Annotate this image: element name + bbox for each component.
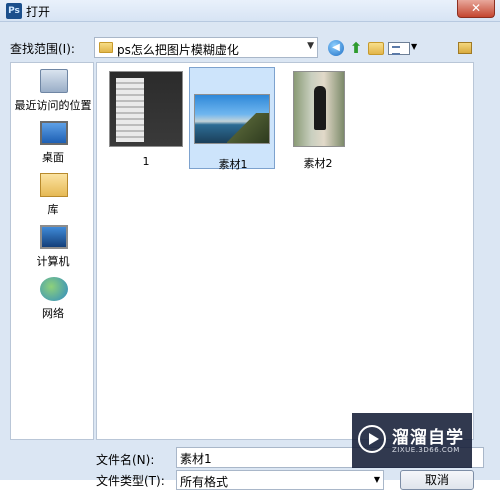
watermark-logo: 溜溜自学 ZIXUE.3D66.COM bbox=[352, 413, 472, 468]
views-dropdown-arrow-icon[interactable]: ▼ bbox=[411, 42, 417, 51]
watermark-url: ZIXUE.3D66.COM bbox=[392, 446, 460, 454]
file-type-dropdown[interactable]: 所有格式 ▼ bbox=[176, 470, 384, 490]
desktop-icon bbox=[40, 121, 68, 145]
file-type-value: 所有格式 bbox=[180, 475, 229, 489]
place-recent[interactable]: 最近访问的位置 bbox=[11, 67, 95, 117]
place-label: 桌面 bbox=[42, 151, 64, 164]
close-button[interactable]: ✕ bbox=[457, 0, 495, 18]
file-name: 1 bbox=[142, 155, 150, 168]
place-network[interactable]: 网络 bbox=[11, 275, 95, 325]
look-in-dropdown[interactable]: ps怎么把图片模糊虚化 ▼ bbox=[94, 37, 318, 58]
folder-icon bbox=[99, 42, 113, 53]
back-icon[interactable]: ◀ bbox=[328, 40, 344, 56]
recent-places-icon bbox=[40, 69, 68, 93]
place-label: 最近访问的位置 bbox=[14, 99, 92, 112]
places-bar: 最近访问的位置 桌面 库 计算机 网络 bbox=[10, 62, 94, 440]
place-label: 网络 bbox=[42, 307, 64, 320]
look-in-label: 查找范围(I): bbox=[10, 42, 75, 56]
place-computer[interactable]: 计算机 bbox=[11, 223, 95, 273]
computer-icon bbox=[40, 225, 68, 249]
place-libraries[interactable]: 库 bbox=[11, 171, 95, 221]
file-name-label: 文件名(N): bbox=[96, 453, 155, 467]
look-in-value: ps怎么把图片模糊虚化 bbox=[117, 43, 239, 57]
network-icon bbox=[40, 277, 68, 301]
file-type-label: 文件类型(T): bbox=[96, 474, 165, 488]
file-item[interactable]: 1 bbox=[103, 67, 189, 169]
new-folder-icon[interactable] bbox=[368, 42, 384, 55]
file-item[interactable]: 素材2 bbox=[275, 67, 361, 170]
place-label: 库 bbox=[47, 203, 59, 216]
file-thumbnail bbox=[109, 71, 183, 147]
place-label: 计算机 bbox=[36, 255, 70, 268]
place-desktop[interactable]: 桌面 bbox=[11, 119, 95, 169]
photoshop-app-icon: Ps bbox=[6, 3, 22, 19]
file-thumbnail bbox=[194, 94, 270, 144]
file-thumbnail bbox=[293, 71, 345, 147]
file-list: 1 素材1 素材2 bbox=[96, 62, 474, 440]
dialog-title: 打开 bbox=[26, 5, 51, 19]
play-icon bbox=[358, 425, 386, 453]
cancel-button[interactable]: 取消 bbox=[400, 470, 474, 490]
title-bar: Ps 打开 ✕ bbox=[0, 0, 500, 22]
libraries-icon bbox=[40, 173, 68, 197]
file-name: 素材1 bbox=[218, 158, 248, 171]
chevron-down-icon: ▼ bbox=[307, 41, 314, 51]
file-name: 素材2 bbox=[303, 157, 333, 170]
watermark-text: 溜溜自学 bbox=[392, 428, 464, 448]
preview-pane-icon[interactable] bbox=[458, 42, 472, 54]
open-file-dialog: Ps 打开 ✕ 查找范围(I): ps怎么把图片模糊虚化 ▼ ◀ ⬆ ▼ 最近访… bbox=[0, 0, 500, 490]
file-item-selected[interactable]: 素材1 bbox=[189, 67, 275, 171]
views-menu-icon[interactable] bbox=[388, 42, 410, 55]
up-folder-icon[interactable]: ⬆ bbox=[348, 40, 364, 56]
